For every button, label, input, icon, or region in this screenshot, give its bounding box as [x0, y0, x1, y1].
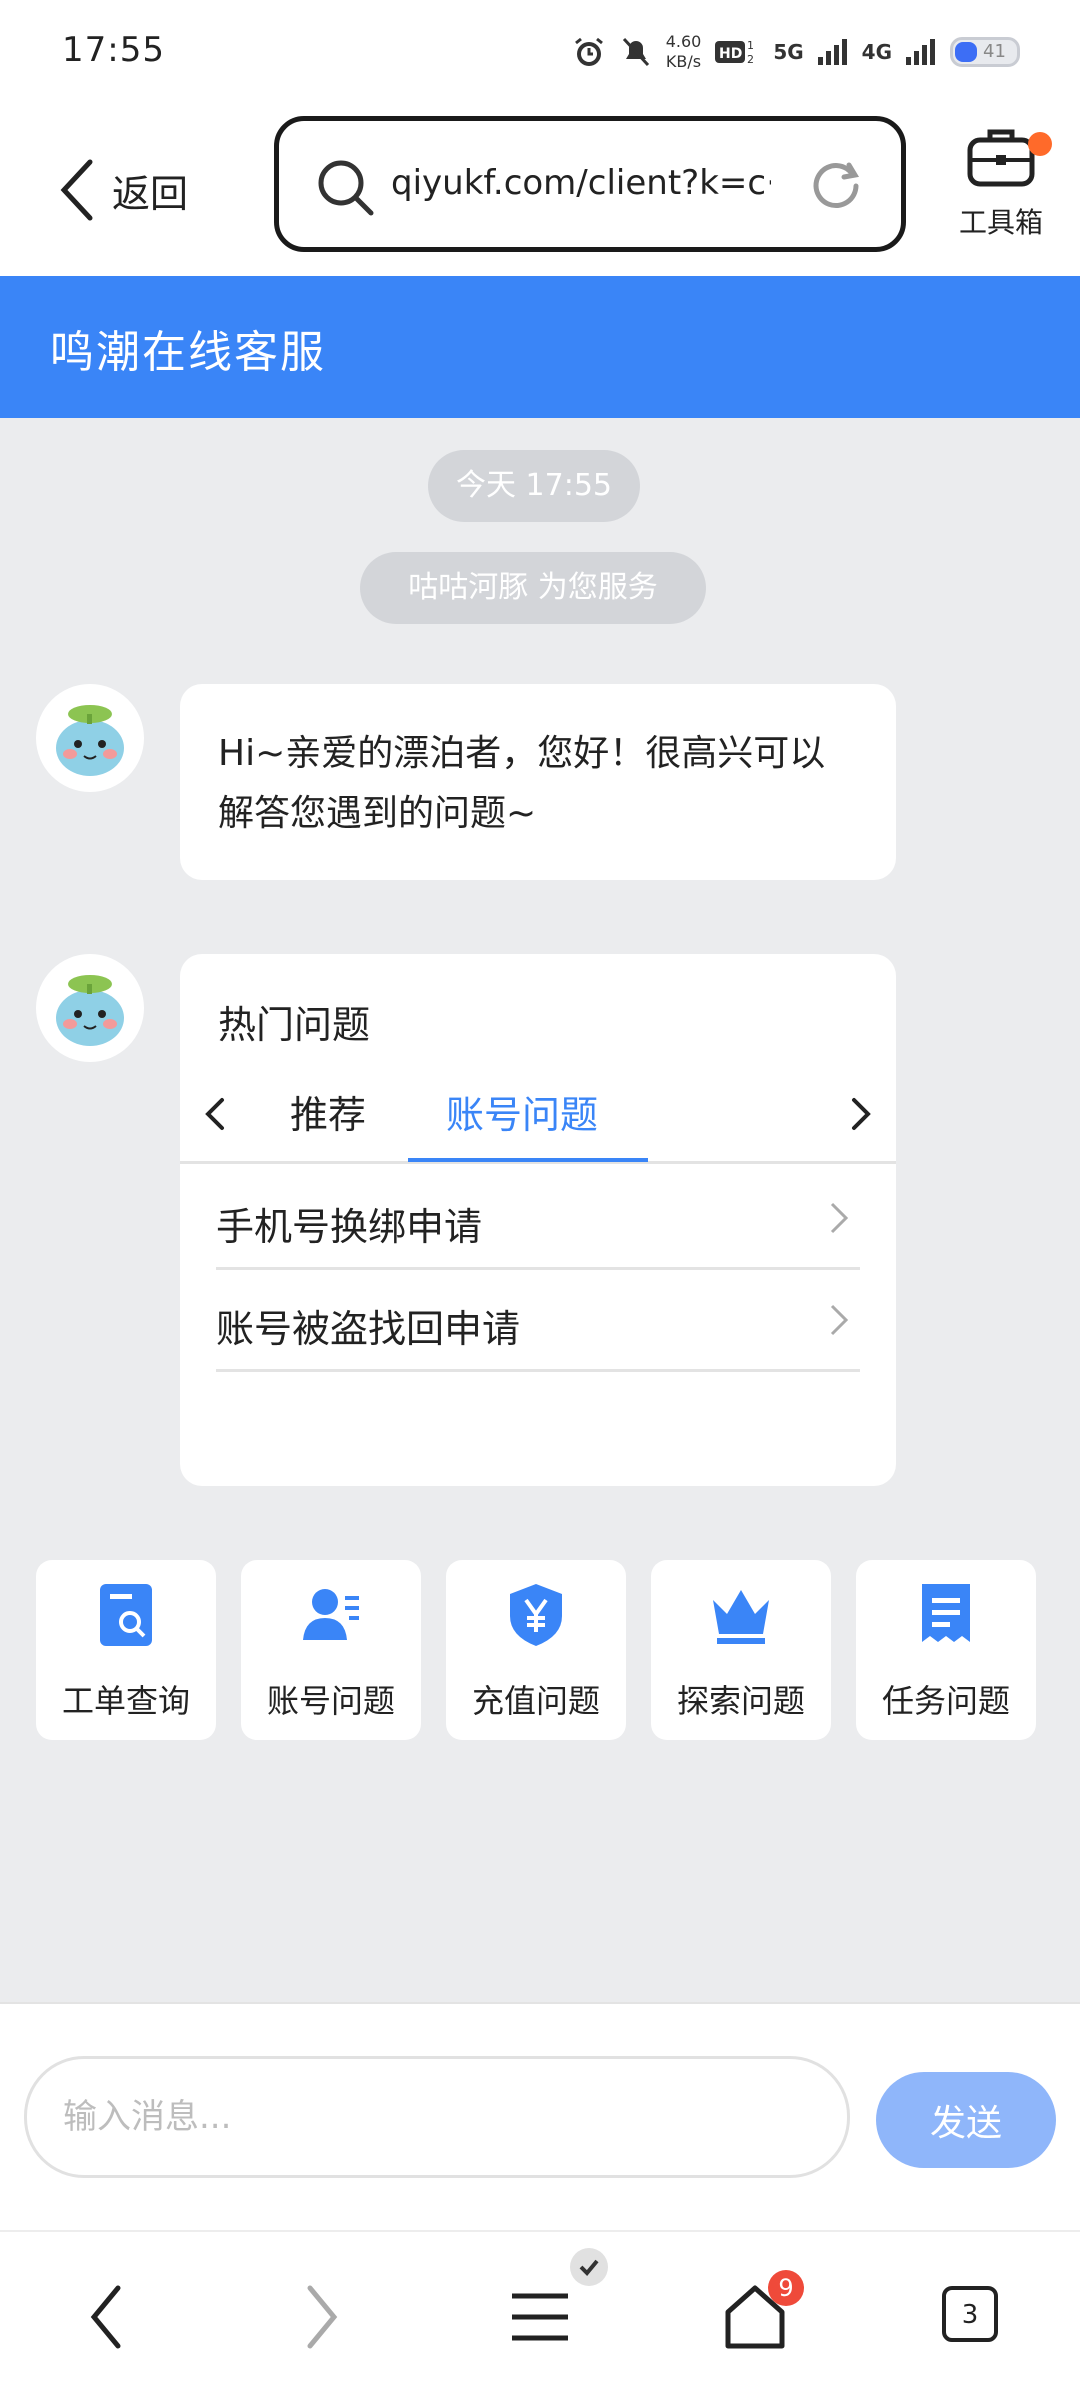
status-time: 17:55 [62, 30, 165, 70]
status-icons: 4.60 KB/s HD 1 2 5G 4G 41 [572, 32, 1020, 72]
message-input[interactable] [24, 2056, 850, 2178]
home-badge: 9 [768, 2270, 804, 2306]
question-tabs: 推荐 账号问题 [180, 1064, 896, 1164]
battery-icon: 41 [950, 37, 1020, 67]
chevron-right-icon [830, 1202, 849, 1234]
hot-questions-card: 热门问题 推荐 账号问题 手机号换绑申请 账号被盗找回申请 [180, 954, 896, 1486]
check-icon [579, 2259, 599, 2276]
crown-icon [713, 1590, 769, 1644]
page-title: 鸣潮在线客服 [50, 327, 326, 378]
svg-text:HD: HD [719, 46, 742, 62]
back-button[interactable]: 返回 [58, 150, 188, 230]
agent-greeting-message: Hi~亲爱的漂泊者，您好！很高兴可以解答您遇到的问题~ [180, 684, 896, 880]
pufferfish-mascot-icon [56, 705, 124, 776]
hot-questions-title: 热门问题 [218, 1003, 371, 1047]
agent-avatar [36, 954, 144, 1062]
tabs-count-button[interactable]: 3 [942, 2286, 998, 2342]
signal-bars-icon [817, 39, 847, 65]
pufferfish-mascot-icon [56, 975, 124, 1046]
signal-4g-label: 4G [861, 40, 892, 64]
network-speed: 4.60 KB/s [665, 32, 702, 71]
browser-nav-bar: 9 3 [0, 2230, 1080, 2400]
search-icon [318, 160, 374, 216]
toolbox-label: 工具箱 [958, 206, 1043, 239]
service-agent-notice: 咕咕河豚 为您服务 [360, 552, 706, 624]
tile-ticket-query[interactable]: 工单查询 [36, 1560, 216, 1740]
yen-shield-icon [510, 1584, 562, 1646]
menu-icon[interactable] [510, 2282, 570, 2352]
user-list-icon [303, 1589, 359, 1640]
tile-task-issues[interactable]: 任务问题 [856, 1560, 1036, 1740]
hd-voice-icon: HD 12 [715, 39, 754, 66]
address-bar[interactable]: qiyukf.com/client?k=c··· [274, 116, 906, 252]
browser-toolbar: 返回 qiyukf.com/client?k=c··· 工具箱 [0, 110, 1080, 276]
chevron-right-icon [830, 1304, 849, 1336]
tile-recharge-issues[interactable]: 充值问题 [446, 1560, 626, 1740]
tab-account-issues[interactable]: 账号问题 [446, 1084, 598, 1139]
chevron-right-icon[interactable] [848, 1094, 874, 1134]
tile-label: 工单查询 [61, 1682, 190, 1720]
chevron-left-icon[interactable] [202, 1094, 228, 1134]
status-bar: 17:55 4.60 KB/s HD 1 2 5G 4G 41 [0, 0, 1080, 110]
back-label: 返回 [112, 171, 189, 216]
signal-5g-label: 5G [773, 40, 804, 64]
tab-recommend[interactable]: 推荐 [290, 1084, 366, 1139]
tile-account-issues[interactable]: 账号问题 [241, 1560, 421, 1740]
url-text: qiyukf.com/client?k=c··· [391, 163, 771, 203]
faq-item[interactable]: 手机号换绑申请 [216, 1170, 860, 1270]
alarm-icon [574, 37, 603, 66]
reload-icon[interactable] [809, 159, 863, 213]
svg-text:2: 2 [747, 53, 754, 66]
tile-label: 任务问题 [881, 1682, 1010, 1720]
tile-exploration-issues[interactable]: 探索问题 [651, 1560, 831, 1740]
tile-label: 账号问题 [266, 1682, 395, 1720]
tile-label: 探索问题 [676, 1682, 805, 1720]
chat-header: 鸣潮在线客服 [0, 276, 1080, 418]
signal-bars-icon [906, 39, 935, 65]
task-doc-icon [922, 1584, 970, 1642]
faq-item-label: 账号被盗找回申请 [216, 1307, 521, 1351]
check-badge [570, 2248, 608, 2286]
toolbox-icon [967, 129, 1035, 187]
toolbox-button[interactable]: 工具箱 [946, 124, 1056, 241]
chevron-left-icon [60, 159, 93, 221]
notification-dot [1028, 132, 1052, 156]
forward-arrow-icon[interactable] [302, 2282, 342, 2352]
back-arrow-icon[interactable] [86, 2282, 126, 2352]
time-divider: 今天 17:55 [428, 450, 640, 522]
mute-bell-icon [622, 37, 649, 67]
svg-text:1: 1 [747, 39, 754, 52]
send-button[interactable]: 发送 [876, 2072, 1056, 2168]
faq-item-label: 手机号换绑申请 [216, 1205, 483, 1249]
faq-item[interactable]: 账号被盗找回申请 [216, 1272, 860, 1372]
quick-action-tiles: 工单查询 账号问题 充值问题 探索问题 任务问题 [36, 1560, 1036, 1740]
tile-label: 充值问题 [471, 1682, 600, 1720]
message-composer: 发送 [0, 2002, 1080, 2230]
battery-level: 41 [983, 41, 1006, 62]
ticket-search-icon [100, 1584, 152, 1646]
agent-avatar [36, 684, 144, 792]
active-tab-indicator [408, 1158, 648, 1162]
